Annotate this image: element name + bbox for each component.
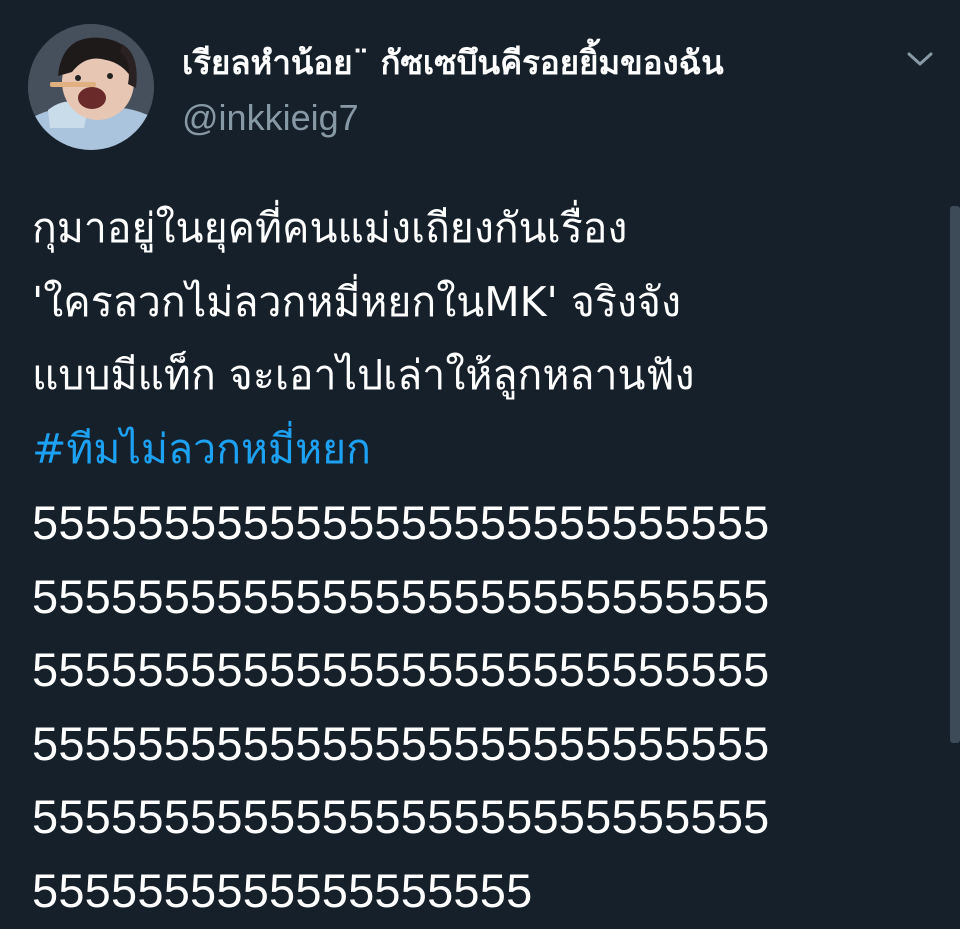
chevron-down-icon[interactable]	[900, 44, 940, 74]
laugh-line: 5555555555555555555555555555	[32, 790, 770, 843]
tweet-text: กุมาอยู่ในยุคที่คนแม่งเถียงกันเรื่อง 'ใค…	[32, 192, 932, 927]
tweet-text-line: แบบมีแท็ก จะเอาไปเล่าให้ลูกหลานฟัง	[32, 351, 695, 399]
tweet-card: เรียลหำน้อย¨ กัซเซบึนคีรอยยิ้มของฉัน @in…	[0, 0, 960, 929]
laugh-line: 5555555555555555555	[32, 863, 533, 917]
hashtag-link[interactable]: #ทีมไม่ลวกหมี่หยก	[32, 413, 932, 487]
scrollbar[interactable]	[950, 206, 960, 743]
display-name[interactable]: เรียลหำน้อย¨ กัซเซบึนคีรอยยิ้มของฉัน	[182, 40, 724, 86]
avatar-photo-icon	[28, 24, 154, 150]
laugh-line: 5555555555555555555555555555	[32, 716, 770, 770]
user-handle[interactable]: @inkkieig7	[182, 96, 359, 140]
laugh-line: 5555555555555555555555555555	[32, 569, 770, 623]
tweet-text-line: กุมาอยู่ในยุคที่คนแม่งเถียงกันเรื่อง	[32, 204, 628, 252]
tweet-text-line: 'ใครลวกไม่ลวกหมี่หยกในMK' จริงจัง	[32, 277, 681, 326]
avatar[interactable]	[28, 24, 154, 150]
laugh-line: 5555555555555555555555555555	[32, 496, 770, 549]
laugh-line: 5555555555555555555555555555	[32, 643, 770, 696]
